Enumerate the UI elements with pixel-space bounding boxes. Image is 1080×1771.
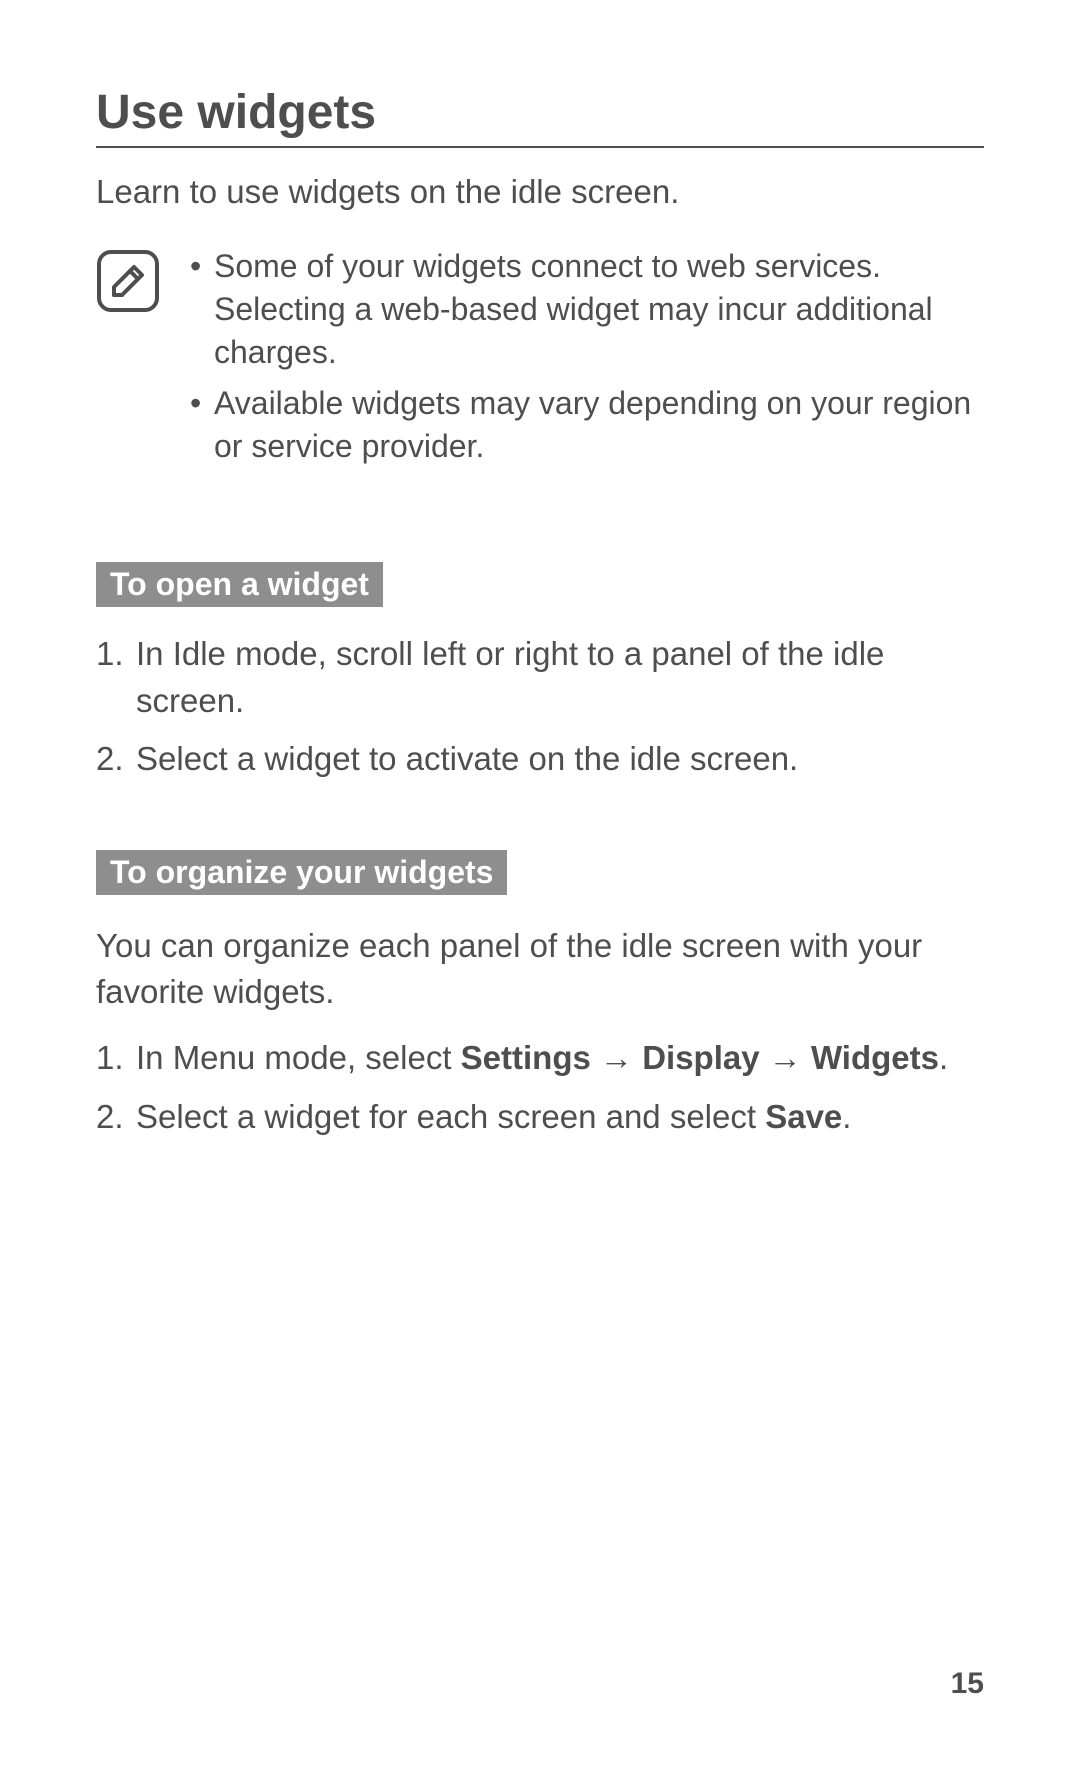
period: . <box>939 1039 948 1076</box>
step-item: In Menu mode, select Settings → Display … <box>96 1035 984 1081</box>
menu-path-widgets: Widgets <box>811 1039 939 1076</box>
subheading-open-widget: To open a widget <box>96 562 383 607</box>
note-item: Some of your widgets connect to web serv… <box>188 245 984 375</box>
manual-page: Use widgets Learn to use widgets on the … <box>0 0 1080 1771</box>
section-intro: You can organize each panel of the idle … <box>96 923 984 1015</box>
menu-path-settings: Settings <box>461 1039 591 1076</box>
menu-path-display: Display <box>642 1039 759 1076</box>
subheading-organize-widgets: To organize your widgets <box>96 850 507 895</box>
step-item: In Idle mode, scroll left or right to a … <box>96 631 984 723</box>
note-list: Some of your widgets connect to web serv… <box>188 245 984 477</box>
note-block: Some of your widgets connect to web serv… <box>96 245 984 477</box>
page-number: 15 <box>951 1667 984 1701</box>
period: . <box>842 1098 851 1135</box>
arrow: → <box>760 1039 811 1076</box>
intro-paragraph: Learn to use widgets on the idle screen. <box>96 170 984 215</box>
steps-open-widget: In Idle mode, scroll left or right to a … <box>96 631 984 782</box>
step-item: Select a widget to activate on the idle … <box>96 736 984 782</box>
steps-organize-widgets: In Menu mode, select Settings → Display … <box>96 1035 984 1139</box>
step-item: Select a widget for each screen and sele… <box>96 1094 984 1140</box>
arrow: → <box>591 1039 642 1076</box>
note-item: Available widgets may vary depending on … <box>188 382 984 468</box>
page-title: Use widgets <box>96 85 984 148</box>
step-text: In Menu mode, select <box>136 1039 461 1076</box>
note-pencil-icon <box>96 249 160 313</box>
step-text: Select a widget for each screen and sele… <box>136 1098 765 1135</box>
save-label: Save <box>765 1098 842 1135</box>
